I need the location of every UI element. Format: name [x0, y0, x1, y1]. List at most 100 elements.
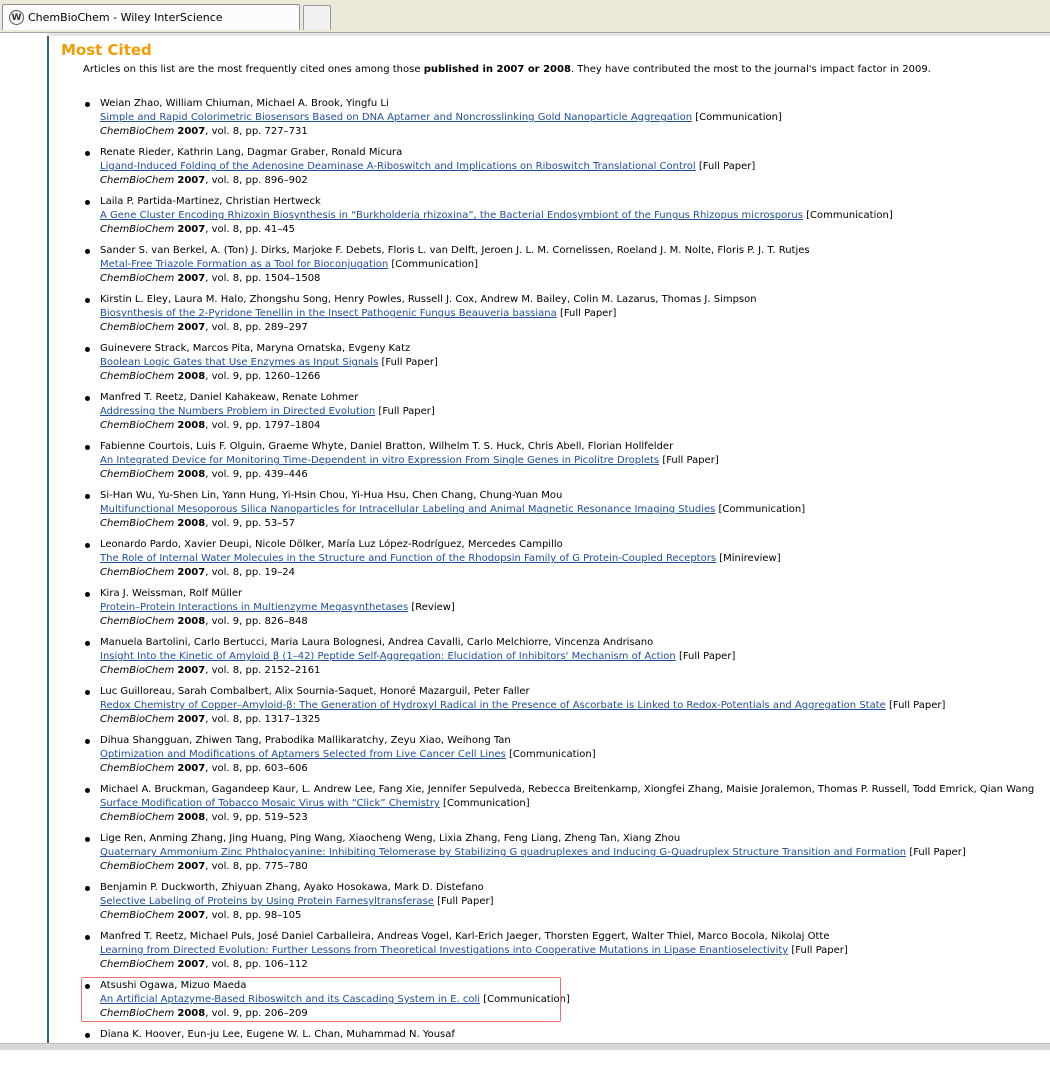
citation-item: Leonardo Pardo, Xavier Deupi, Nicole Döl… — [85, 538, 1034, 587]
citation-authors: Leonardo Pardo, Xavier Deupi, Nicole Döl… — [100, 539, 563, 550]
citation-journal-line: ChemBioChem 2008, vol. 9, pp. 1797–1804 — [100, 419, 1034, 433]
bullet-icon — [85, 739, 90, 744]
journal-name: ChemBioChem — [100, 126, 175, 137]
article-title-link[interactable]: Optimization and Modifications of Aptame… — [100, 749, 506, 760]
journal-details: , vol. 8, pp. 41–45 — [205, 224, 295, 235]
bullet-icon — [85, 543, 90, 548]
journal-details: , vol. 8, pp. 289–297 — [205, 322, 308, 333]
article-type: [Full Paper] — [662, 455, 719, 466]
citation-journal-line: ChemBioChem 2007, vol. 8, pp. 19–24 — [100, 566, 1034, 580]
bullet-icon — [85, 347, 90, 352]
citation-authors: Si-Han Wu, Yu-Shen Lin, Yann Hung, Yi-Hs… — [100, 490, 563, 501]
journal-details: , vol. 8, pp. 2152–2161 — [205, 665, 321, 676]
article-title-link[interactable]: A Gene Cluster Encoding Rhizoxin Biosynt… — [100, 210, 803, 221]
citation-article-line: Learning from Directed Evolution: Furthe… — [100, 944, 1034, 958]
citation-item: Laila P. Partida-Martinez, Christian Her… — [85, 195, 1034, 244]
journal-name: ChemBioChem — [100, 175, 175, 186]
journal-name: ChemBioChem — [100, 567, 175, 578]
article-title-link[interactable]: Insight Into the Kinetic of Amyloid β (1… — [100, 651, 676, 662]
citation-article-line: Surface Modification of Tobacco Mosaic V… — [100, 797, 1034, 811]
article-title-link[interactable]: An Integrated Device for Monitoring Time… — [100, 455, 659, 466]
citation-article-line: Boolean Logic Gates that Use Enzymes as … — [100, 356, 1034, 370]
article-type: [Full Paper] — [678, 651, 736, 662]
article-title-link[interactable]: Addressing the Numbers Problem in Direct… — [100, 406, 375, 417]
left-margin — [0, 33, 47, 1049]
article-title-link[interactable]: Ligand-Induced Folding of the Adenosine … — [100, 161, 696, 172]
bullet-icon — [85, 641, 90, 646]
citation-authors: Sander S. van Berkel, A. (Ton) J. Dirks,… — [100, 245, 810, 256]
citation-item: Kira J. Weissman, Rolf Müller Protein–Pro… — [85, 587, 1034, 636]
citation-article-line: Ligand-Induced Folding of the Adenosine … — [100, 160, 1034, 174]
journal-details: , vol. 8, pp. 1317–1325 — [205, 714, 321, 725]
journal-year: 2007 — [177, 273, 206, 284]
new-tab-button[interactable] — [303, 5, 331, 30]
citation-article-line: Quaternary Ammonium Zinc Phthalocyanine:… — [100, 846, 1034, 860]
article-title-link[interactable]: Selective Labeling of Proteins by Using … — [100, 896, 434, 907]
journal-year: 2008 — [177, 371, 206, 382]
citation-item: Dihua Shangguan, Zhiwen Tang, Prabodika … — [85, 734, 1034, 783]
journal-year: 2007 — [177, 175, 206, 186]
article-title-link[interactable]: Boolean Logic Gates that Use Enzymes as … — [100, 357, 378, 368]
citation-authors: Renate Rieder, Kathrin Lang, Dagmar Grab… — [100, 147, 403, 158]
journal-name: ChemBioChem — [100, 224, 175, 235]
journal-year: 2007 — [177, 322, 206, 333]
journal-name: ChemBioChem — [100, 322, 175, 333]
journal-details: , vol. 8, pp. 98–105 — [205, 910, 302, 921]
article-title-link[interactable]: Simple and Rapid Colorimetric Biosensors… — [100, 112, 692, 123]
citation-authors: Michael A. Bruckman, Gagandeep Kaur, L. … — [100, 784, 1035, 795]
journal-details: , vol. 9, pp. 53–57 — [205, 518, 295, 529]
citation-item: Renate Rieder, Kathrin Lang, Dagmar Grab… — [85, 146, 1034, 195]
journal-year: 2008 — [177, 812, 206, 823]
citation-authors: Lige Ren, Anming Zhang, Jing Huang, Ping… — [100, 833, 681, 844]
journal-details: , vol. 9, pp. 519–523 — [205, 812, 308, 823]
article-title-link[interactable]: Protein–Protein Interactions in Multienz… — [100, 602, 408, 613]
article-title-link[interactable]: Metal-Free Triazole Formation as a Tool … — [100, 259, 388, 270]
journal-details: , vol. 8, pp. 775–780 — [205, 861, 308, 872]
bullet-icon — [85, 151, 90, 156]
browser-tab-active[interactable]: W ChemBioChem - Wiley InterScience — [2, 4, 300, 30]
article-title-link[interactable]: The Role of Internal Water Molecules in … — [100, 553, 716, 564]
citation-item: Manfred T. Reetz, Michael Puls, José Dan… — [85, 930, 1034, 979]
citation-journal-line: ChemBioChem 2008, vol. 9, pp. 53–57 — [100, 517, 1034, 531]
citation-authors: Dihua Shangguan, Zhiwen Tang, Prabodika … — [100, 735, 511, 746]
wiley-logo-icon: W — [9, 10, 24, 25]
citation-authors: Kira J. Weissman, Rolf Müller — [100, 588, 243, 599]
journal-year: 2008 — [177, 420, 206, 431]
article-title-link[interactable]: Multifunctional Mesoporous Silica Nanopa… — [100, 504, 715, 515]
bullet-icon — [85, 592, 90, 597]
citation-article-line: Insight Into the Kinetic of Amyloid β (1… — [100, 650, 1034, 664]
citation-item: Lige Ren, Anming Zhang, Jing Huang, Ping… — [85, 832, 1034, 881]
bullet-icon — [85, 788, 90, 793]
citation-item: Benjamin P. Duckworth, Zhiyuan Zhang, Ay… — [85, 881, 1034, 930]
article-title-link[interactable]: Redox Chemistry of Copper–Amyloid-β: The… — [100, 700, 886, 711]
article-type: [Full Paper] — [437, 896, 494, 907]
article-type: [Communication] — [443, 798, 530, 809]
tab-title: ChemBioChem - Wiley InterScience — [28, 11, 223, 24]
article-type: [Communication] — [806, 210, 893, 221]
page-top-border — [0, 33, 1050, 36]
citation-journal-line: ChemBioChem 2007, vol. 8, pp. 1504–1508 — [100, 272, 1034, 286]
article-title-link[interactable]: Surface Modification of Tobacco Mosaic V… — [100, 798, 440, 809]
citation-item: Weian Zhao, William Chiuman, Michael A. … — [85, 97, 1034, 146]
article-type: [Communication] — [509, 749, 596, 760]
article-title-link[interactable]: Quaternary Ammonium Zinc Phthalocyanine:… — [100, 847, 906, 858]
journal-name: ChemBioChem — [100, 469, 175, 480]
citation-authors: Laila P. Partida-Martinez, Christian Her… — [100, 196, 321, 207]
article-title-link[interactable]: Learning from Directed Evolution: Furthe… — [100, 945, 788, 956]
journal-name: ChemBioChem — [100, 371, 175, 382]
citation-authors: Manfred T. Reetz, Michael Puls, José Dan… — [100, 931, 830, 942]
citation-authors: Benjamin P. Duckworth, Zhiyuan Zhang, Ay… — [100, 882, 484, 893]
citation-authors: Manfred T. Reetz, Daniel Kahakeaw, Renat… — [100, 392, 359, 403]
citation-journal-line: ChemBioChem 2007, vol. 8, pp. 41–45 — [100, 223, 1034, 237]
journal-name: ChemBioChem — [100, 273, 175, 284]
bullet-icon — [85, 886, 90, 891]
bullet-icon — [85, 445, 90, 450]
journal-year: 2008 — [177, 469, 206, 480]
intro-before: Articles on this list are the most frequ… — [83, 64, 424, 75]
journal-year: 2007 — [177, 567, 206, 578]
citation-list: Weian Zhao, William Chiuman, Michael A. … — [85, 97, 1034, 1077]
citation-journal-line: ChemBioChem 2007, vol. 8, pp. 603–606 — [100, 762, 1034, 776]
citation-item: Fabienne Courtois, Luis F. Olguin, Graem… — [85, 440, 1034, 489]
article-title-link[interactable]: Biosynthesis of the 2-Pyridone Tenellin … — [100, 308, 557, 319]
main-content: Most Cited Articles on this list are the… — [61, 40, 1041, 1040]
